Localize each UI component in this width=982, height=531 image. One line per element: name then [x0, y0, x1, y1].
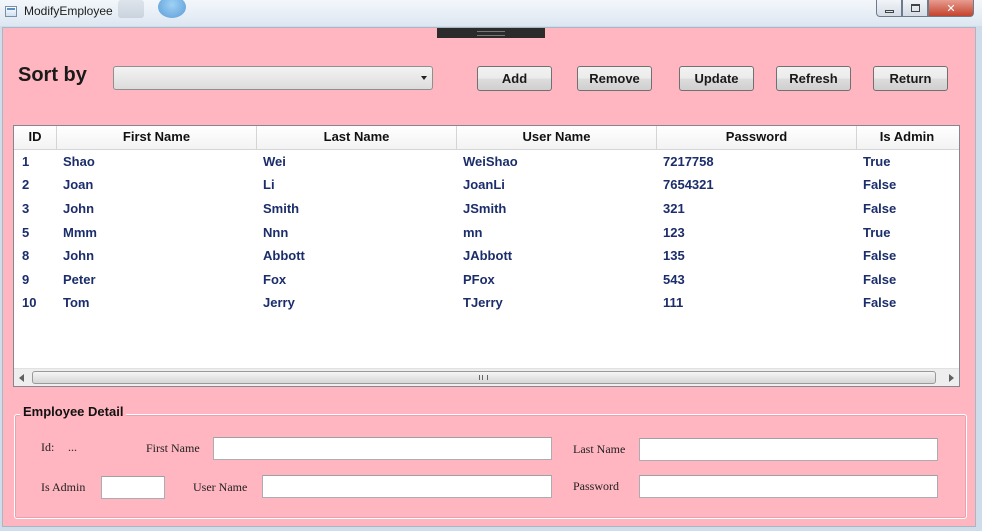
table-row[interactable]: 8 John Abbott JAbbott 135 False — [14, 244, 959, 267]
column-header-user-name[interactable]: User Name — [457, 126, 657, 149]
cell-first-name: Joan — [63, 177, 94, 192]
password-field[interactable] — [639, 475, 938, 498]
id-value: ... — [68, 440, 77, 454]
drag-grip-handle[interactable] — [437, 28, 545, 38]
cell-is-admin: False — [863, 201, 897, 216]
cell-id: 8 — [22, 248, 30, 263]
cell-id: 9 — [22, 272, 30, 287]
cell-first-name: Peter — [63, 272, 96, 287]
cell-user-name: JSmith — [463, 201, 507, 216]
first-name-field[interactable] — [213, 437, 552, 460]
table-row[interactable]: 9 Peter Fox PFox 543 False — [14, 268, 959, 291]
is-admin-field[interactable] — [101, 476, 165, 499]
scrollbar-thumb[interactable] — [32, 371, 936, 384]
cell-password: 123 — [663, 225, 685, 240]
chevron-down-icon — [421, 76, 427, 80]
cell-password: 543 — [663, 272, 685, 287]
update-button[interactable]: Update — [679, 66, 754, 91]
cell-is-admin: False — [863, 272, 897, 287]
window-controls: ✕ — [876, 0, 976, 18]
cell-first-name: John — [63, 201, 95, 216]
employee-detail-group — [14, 414, 967, 519]
cell-user-name: WeiShao — [463, 154, 518, 169]
cell-is-admin: True — [863, 154, 891, 169]
cell-last-name: Smith — [263, 201, 300, 216]
cell-password: 111 — [663, 295, 684, 310]
cell-is-admin: False — [863, 295, 897, 310]
scroll-left-icon[interactable] — [19, 374, 24, 382]
cell-first-name: John — [63, 248, 95, 263]
cell-password: 321 — [663, 201, 685, 216]
cell-first-name: Tom — [63, 295, 90, 310]
scroll-right-icon[interactable] — [949, 374, 954, 382]
cell-id: 10 — [22, 295, 37, 310]
cell-user-name: JoanLi — [463, 177, 505, 192]
column-header-id[interactable]: ID — [14, 126, 57, 149]
cell-first-name: Mmm — [63, 225, 97, 240]
password-label: Password — [573, 479, 620, 493]
table-row[interactable]: 3 John Smith JSmith 321 False — [14, 197, 959, 220]
table-row[interactable]: 2 Joan Li JoanLi 7654321 False — [14, 173, 959, 196]
cell-user-name: PFox — [463, 272, 495, 287]
cell-id: 2 — [22, 177, 30, 192]
cell-id: 3 — [22, 201, 30, 216]
grid-header: ID First Name Last Name User Name Passwo… — [14, 126, 959, 150]
cell-password: 135 — [663, 248, 685, 263]
cell-user-name: JAbbott — [463, 248, 513, 263]
main-panel: Sort by Add Remove Update Refresh Return… — [2, 27, 976, 527]
minimize-button[interactable] — [876, 0, 902, 17]
close-button[interactable]: ✕ — [928, 0, 974, 17]
cell-last-name: Fox — [263, 272, 287, 287]
taskbar-shadow-icon — [118, 0, 144, 18]
remove-button[interactable]: Remove — [577, 66, 652, 91]
window-title: ModifyEmployee — [24, 4, 113, 18]
is-admin-label: Is Admin — [41, 480, 86, 494]
app-window-icon — [5, 6, 17, 17]
column-header-first-name[interactable]: First Name — [57, 126, 257, 149]
cell-is-admin: False — [863, 248, 897, 263]
column-header-is-admin[interactable]: Is Admin — [857, 126, 957, 149]
cell-user-name: TJerry — [463, 295, 503, 310]
cell-password: 7654321 — [663, 177, 714, 192]
maximize-icon — [910, 4, 920, 12]
return-button[interactable]: Return — [873, 66, 948, 91]
close-icon: ✕ — [946, 1, 956, 15]
refresh-button[interactable]: Refresh — [776, 66, 851, 91]
cell-last-name: Jerry — [263, 295, 295, 310]
table-row[interactable]: 1 Shao Wei WeiShao 7217758 True — [14, 150, 959, 173]
cell-id: 5 — [22, 225, 30, 240]
id-label: Id: — [41, 440, 55, 454]
table-row[interactable]: 5 Mmm Nnn mn 123 True — [14, 221, 959, 244]
cell-last-name: Abbott — [263, 248, 305, 263]
first-name-label: First Name — [146, 441, 200, 455]
title-bar: ModifyEmployee ✕ — [0, 0, 982, 26]
last-name-field[interactable] — [639, 438, 938, 461]
column-header-last-name[interactable]: Last Name — [257, 126, 457, 149]
cell-password: 7217758 — [663, 154, 714, 169]
horizontal-scrollbar[interactable] — [14, 368, 959, 386]
cell-last-name: Nnn — [263, 225, 289, 240]
taskbar-app-icon — [158, 0, 186, 18]
cell-user-name: mn — [463, 225, 483, 240]
user-name-label: User Name — [193, 480, 248, 494]
cell-is-admin: False — [863, 177, 897, 192]
last-name-label: Last Name — [573, 442, 626, 456]
table-row[interactable]: 10 Tom Jerry TJerry 111 False — [14, 291, 959, 314]
employee-grid[interactable]: ID First Name Last Name User Name Passwo… — [13, 125, 960, 387]
cell-id: 1 — [22, 154, 30, 169]
user-name-field[interactable] — [262, 475, 552, 498]
sort-by-combobox[interactable] — [113, 66, 433, 90]
employee-detail-title: Employee Detail — [20, 404, 127, 419]
cell-last-name: Wei — [263, 154, 286, 169]
cell-is-admin: True — [863, 225, 891, 240]
maximize-button[interactable] — [902, 0, 928, 17]
minimize-icon — [884, 9, 894, 13]
cell-last-name: Li — [263, 177, 275, 192]
add-button[interactable]: Add — [477, 66, 552, 91]
cell-first-name: Shao — [63, 154, 95, 169]
sort-by-label: Sort by — [18, 64, 87, 86]
column-header-password[interactable]: Password — [657, 126, 857, 149]
